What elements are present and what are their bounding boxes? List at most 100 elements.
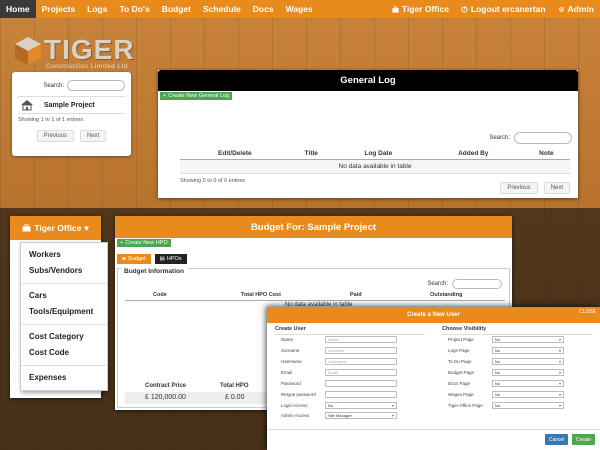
- email-input[interactable]: Email: [325, 369, 397, 376]
- log-entries-info: Showing 0 to 0 of 0 entries: [180, 178, 246, 184]
- create-user-heading: Create User: [275, 326, 306, 332]
- budget-search: Search:: [427, 279, 502, 289]
- budget-page-select[interactable]: No: [492, 369, 564, 376]
- budget-page-label: Budget Page: [448, 370, 475, 375]
- budget-table-header: Code Total HPO Cost Paid Outstanding: [125, 292, 505, 301]
- folder-icon: ▰: [122, 256, 127, 262]
- tab-budget[interactable]: ▰ Budget: [117, 254, 151, 264]
- nav-admin[interactable]: Admin: [552, 0, 600, 18]
- cube-logo-icon: [15, 37, 41, 65]
- project-next-button[interactable]: Next: [80, 130, 107, 142]
- contract-price-value: £ 120,000.00: [145, 394, 186, 401]
- logout-icon: [461, 5, 468, 13]
- col-added-by[interactable]: Added By: [423, 148, 523, 160]
- nav-wages[interactable]: Wages: [280, 0, 319, 18]
- visibility-heading: Choose Visibility: [442, 326, 487, 332]
- project-search-label: Search:: [43, 82, 64, 89]
- col-outstanding[interactable]: Outstanding: [430, 292, 462, 298]
- log-search-label: Search:: [489, 135, 510, 141]
- project-prev-button[interactable]: Previous: [36, 130, 74, 142]
- project-entries-info: Showing 1 to 1 of 1 entries: [18, 117, 84, 123]
- modal-title: Create a New User: [267, 307, 600, 323]
- col-title[interactable]: Title: [289, 148, 333, 160]
- log-next-button[interactable]: Next: [543, 182, 570, 194]
- retype-password-label: Retype password: [281, 392, 316, 397]
- col-paid[interactable]: Paid: [350, 292, 362, 298]
- tab-hpos-label: HPOs: [166, 256, 182, 262]
- log-prev-button[interactable]: Previous: [500, 182, 538, 194]
- plus-icon: +: [163, 93, 167, 99]
- logs-page-label: Logs Page: [448, 348, 470, 353]
- menu-item-expenses[interactable]: Expenses: [21, 370, 107, 386]
- col-log-date[interactable]: Log Date: [332, 148, 424, 160]
- col-note[interactable]: Note: [522, 148, 570, 160]
- budget-search-label: Search:: [427, 281, 448, 287]
- name-input[interactable]: Name: [325, 336, 397, 343]
- menu-item-tools-equipment[interactable]: Tools/Equipment: [21, 304, 107, 320]
- briefcase-icon: [22, 224, 31, 232]
- tab-hpos[interactable]: ▤ HPOs: [154, 254, 187, 264]
- nav-schedule[interactable]: Schedule: [197, 0, 247, 18]
- col-code[interactable]: Code: [153, 292, 167, 298]
- house-icon: [21, 100, 33, 111]
- modal-close-button[interactable]: CLOSE: [579, 309, 596, 315]
- plus-icon: +: [120, 240, 124, 246]
- menu-divider: [21, 365, 107, 366]
- budget-tabs: ▰ Budget ▤ HPOs: [117, 254, 187, 264]
- menu-item-cost-code[interactable]: Cost Code: [21, 345, 107, 361]
- create-general-log-button[interactable]: + Create New General Log: [160, 92, 233, 100]
- caret-down-icon: ▾: [84, 222, 89, 233]
- docs-page-select[interactable]: No: [492, 380, 564, 387]
- todo-page-select[interactable]: No: [492, 358, 564, 365]
- divider: [275, 334, 425, 335]
- document-icon: ▤: [159, 256, 165, 262]
- admin-access-select[interactable]: Site Manager: [325, 412, 397, 419]
- menu-item-workers[interactable]: Workers: [21, 247, 107, 263]
- menu-item-cars[interactable]: Cars: [21, 288, 107, 304]
- logo-tagline: Construction Limited Ltd: [46, 63, 129, 70]
- project-page-label: Project Page: [448, 337, 474, 342]
- retype-password-input[interactable]: [325, 391, 397, 398]
- project-list-card: Search: Sample Project Showing 1 to 1 of…: [12, 72, 131, 156]
- surname-input[interactable]: Surname: [325, 347, 397, 354]
- tiger-logo: TIGER Construction Limited Ltd: [14, 34, 146, 74]
- create-general-log-label: Create New General Log: [168, 93, 230, 99]
- nav-projects[interactable]: Projects: [36, 0, 82, 18]
- nav-tiger-office[interactable]: Tiger Office: [386, 0, 455, 18]
- tiger-office-menu: Workers Subs/Vendors Cars Tools/Equipmen…: [20, 242, 108, 391]
- logs-page-select[interactable]: No: [492, 347, 564, 354]
- menu-item-cost-category[interactable]: Cost Category: [21, 329, 107, 345]
- create-hpo-button[interactable]: + Create New HPO: [117, 239, 171, 247]
- tiger-office-page-select[interactable]: No: [492, 402, 564, 409]
- wages-page-select[interactable]: No: [492, 391, 564, 398]
- project-row[interactable]: Sample Project: [18, 96, 125, 114]
- col-total-hpo-cost[interactable]: Total HPO Cost: [241, 292, 281, 298]
- project-search-input[interactable]: [67, 80, 125, 91]
- table-row: No data available in table: [180, 159, 570, 174]
- project-page-select[interactable]: No: [492, 336, 564, 343]
- col-edit-delete[interactable]: Edit/Delete: [180, 148, 290, 160]
- nav-home[interactable]: Home: [0, 0, 36, 18]
- tiger-office-toggle[interactable]: Tiger Office ▾: [10, 216, 101, 240]
- username-input[interactable]: Username: [325, 358, 397, 365]
- modal-footer-divider: [267, 429, 600, 430]
- cancel-button[interactable]: Cancel: [545, 434, 568, 445]
- nav-budget[interactable]: Budget: [156, 0, 197, 18]
- log-search-input[interactable]: [514, 132, 572, 144]
- nav-logout[interactable]: Logout ercanertan: [455, 0, 552, 18]
- divider: [442, 334, 592, 335]
- nav-todos[interactable]: To Do's: [113, 0, 155, 18]
- tiger-office-page-label: Tiger Office Page: [448, 403, 483, 408]
- nav-docs[interactable]: Docs: [247, 0, 280, 18]
- menu-item-subs-vendors[interactable]: Subs/Vendors: [21, 263, 107, 279]
- password-input[interactable]: [325, 380, 397, 387]
- budget-search-input[interactable]: [452, 279, 502, 289]
- project-pager: Previous Next: [12, 130, 131, 142]
- gear-icon: [558, 6, 564, 12]
- admin-access-label: Admin Access: [281, 413, 310, 418]
- create-button[interactable]: Create: [572, 434, 595, 445]
- empty-table-message: No data available in table: [180, 159, 570, 174]
- general-log-title: General Log: [158, 70, 578, 91]
- login-access-select[interactable]: No: [325, 402, 397, 409]
- nav-logs[interactable]: Logs: [81, 0, 113, 18]
